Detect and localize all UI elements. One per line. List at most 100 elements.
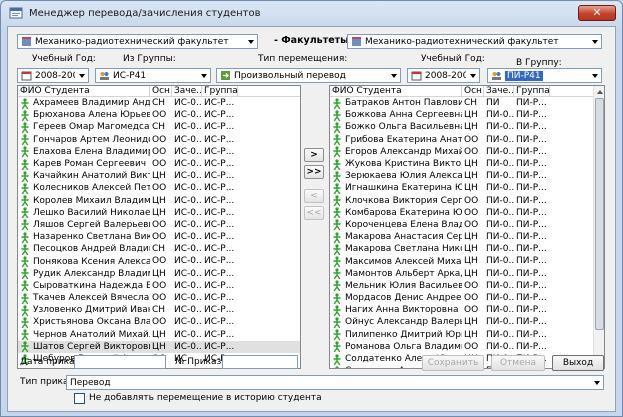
table-row[interactable]: Ткачев Алексей ВячеславовичОО ИС-0...ИС-Р… (18, 292, 300, 304)
year-right-select[interactable]: 2008-2009 (407, 68, 480, 83)
table-row[interactable]: Гончаров Артем ЛеонидовичОО ИС-0...ИС-Р..… (18, 134, 300, 146)
table-row[interactable]: Нагих Анна Викторовна ОО ПИ-0... ПИ-Р... (330, 304, 604, 316)
move-one-left-button[interactable]: < (304, 189, 324, 203)
source-students-table[interactable]: ФИО Студента Осн Заче... Группа Ахрамеев… (17, 85, 301, 369)
table-row[interactable]: Чернов Анатолий МихайловичЦН ИС-0...ИС-Р.… (18, 329, 300, 341)
target-students-table[interactable]: ФИО Студента Осн Заче... Группа Батраков… (329, 85, 605, 369)
chevron-down-icon[interactable] (590, 376, 603, 389)
column-header-enrolled[interactable]: Заче... (484, 86, 514, 96)
scroll-thumb[interactable] (595, 98, 604, 330)
group-cell: ИС-Р... (204, 256, 235, 267)
basis-cell: ЦН (152, 329, 166, 340)
table-row[interactable]: Ахрамеев Владимир АндреевичСН ИС-0...ИС-Р… (18, 97, 300, 109)
enrolled-cell: ИС-0... (174, 122, 202, 133)
transfer-type-select[interactable]: Произвольный перевод (216, 68, 401, 83)
move-all-right-button[interactable]: >> (304, 165, 324, 179)
table-row[interactable]: Елахова Елена ВладимировнаОО ИС-0...ИС-Р.… (18, 146, 300, 158)
table-row[interactable]: Игнашкина Екатерина ЮрьевнаЦН ПИ-0...ПИ-Р… (330, 182, 604, 194)
table-row[interactable]: Лешко Василий НиколаевичЦН ИС-0...ИС-Р... (18, 207, 300, 219)
group-cell: ПИ-Р... (516, 183, 547, 194)
transfer-icon (221, 71, 230, 80)
move-one-right-button[interactable]: > (304, 148, 324, 162)
save-button[interactable]: Сохранить (422, 355, 484, 371)
student-name-cell: Гереев Омар Магомедсаидович (18, 121, 150, 133)
basis-cell: ОО (152, 183, 167, 194)
table-row[interactable]: Сыроваткина Надежда БорисовнаОО ИС-0...ИС… (18, 280, 300, 292)
close-button[interactable]: ✕ (578, 5, 616, 21)
chevron-down-icon[interactable] (466, 69, 479, 82)
table-row[interactable]: Батраков Антон Павлович СН ПИ ПИ-Р... (330, 97, 604, 109)
table-row[interactable]: Карев Роман Сергеевич ОО ИС-0... ИС-Р... (18, 158, 300, 170)
column-header-name[interactable]: ФИО Студента (18, 86, 150, 96)
chevron-down-icon[interactable] (75, 69, 88, 82)
student-name: Зерюкаева Юлия Александровна (345, 171, 462, 182)
exit-button[interactable]: Выход (552, 355, 604, 371)
vertical-scrollbar[interactable] (593, 86, 604, 368)
table-row[interactable]: Клочкова Виктория СергеевнаОО ПИ-0...ПИ-Р… (330, 195, 604, 207)
group-cell: ИС-Р... (204, 195, 235, 206)
year-left-select[interactable]: 2008-2009 (17, 68, 89, 83)
table-row[interactable]: Брюханова Алена ЮрьевнаОО ИС-0...ИС-Р... (18, 109, 300, 121)
column-header-group[interactable]: Группа (514, 86, 550, 96)
table-row[interactable]: Жукова Кристина ВикторовнаЦН ПИ-0...ПИ-Р.… (330, 158, 604, 170)
group-cell: ПИ-Р... (516, 280, 547, 291)
table-row[interactable]: Егоров Александр МихайловичОО ПИ-0...ПИ-Р… (330, 146, 604, 158)
faculty-right-select[interactable]: Механико-радиотехнический факультет (347, 34, 602, 49)
table-row[interactable]: Узловенко Дмитрий ИвановичСН ИС-0...ИС-Р.… (18, 304, 300, 316)
table-row[interactable]: Грибова Екатерина АнатольевнаОО ПИ-0...ПИ… (330, 134, 604, 146)
table-row[interactable]: Зерюкаева Юлия АлександровнаЦН ПИ-0...ПИ-… (330, 170, 604, 182)
order-number-input[interactable] (222, 355, 298, 369)
table-row[interactable]: Божко Ольга Васильевна ЦН ПИ-0... ПИ-Р... (330, 121, 604, 133)
order-date-input[interactable] (74, 355, 166, 369)
table-row[interactable]: Шатов Сергей Викторович ЦН ИС-0... ИС-Р... (18, 340, 300, 353)
to-group-select[interactable]: ПИ-Р41 (487, 68, 602, 83)
table-row[interactable]: Колесников Алексей ПетровичОО ИС-0...ИС-Р… (18, 182, 300, 194)
basis-cell: ОО (152, 293, 167, 303)
table-row[interactable]: Мамонтов Альберт АркадьевичЦН ПИ-0...ПИ-Р… (330, 268, 604, 280)
chevron-down-icon[interactable] (197, 69, 210, 82)
chevron-down-icon[interactable] (588, 69, 601, 82)
chevron-down-icon[interactable] (588, 35, 601, 48)
order-type-select[interactable]: Перевод (66, 375, 604, 390)
scroll-up-icon[interactable] (595, 87, 604, 96)
faculty-left-select[interactable]: Механико-радиотехнический факультет (17, 34, 258, 49)
table-row[interactable]: Макарова Анастасия СергеевнаЦН ПИ-0...ПИ-… (330, 231, 604, 243)
student-name-cell: Понякова Ксения Александровна (18, 255, 150, 268)
table-row[interactable]: Ойнус Александр ВалерьевичЦН ПИ-0...ПИ-Р.… (330, 316, 604, 328)
table-row[interactable]: Ляшов Сергей Валерьевич ОО ИС-0... ИС-Р... (18, 219, 300, 231)
table-row[interactable]: Качайкин Анатолий ВикторовичЦН ИС-0...ИС-… (18, 170, 300, 182)
basis-cell: ЦН (464, 158, 478, 169)
column-header-name[interactable]: ФИО Студента (330, 86, 462, 96)
chevron-down-icon[interactable] (387, 69, 400, 82)
table-row[interactable]: Королев Михаил ВладимировичЦН ИС-0...ИС-Р… (18, 195, 300, 207)
table-row[interactable]: Христьянова Оксана Владимиро...ОО ИС-0...… (18, 316, 300, 328)
enrolled-cell: ПИ-0... (486, 256, 514, 267)
table-row[interactable]: Песоцков Андрей ВладимировичСН ИС-0...ИС-… (18, 243, 300, 255)
cancel-button[interactable]: Отмена (491, 355, 545, 371)
table-row[interactable]: Макарова Светлана НиколаевнаЦН ПИ-0...ПИ-… (330, 243, 604, 255)
column-header-basis[interactable]: Осн (150, 86, 172, 96)
table-row[interactable]: Мельник Юлия Васильевна ОО ПИ-0... ПИ-Р... (330, 280, 604, 292)
table-row[interactable]: Мордасов Денис АндреевичОО ПИ-0...ПИ-Р... (330, 292, 604, 304)
column-header-enrolled[interactable]: Заче... (172, 86, 202, 96)
table-row[interactable]: Гереев Омар МагомедсаидовичСН ИС-0...ИС-Р… (18, 121, 300, 133)
chevron-down-icon[interactable] (244, 35, 257, 48)
table-row[interactable]: Короченцева Елена ВладимировнаОО ПИ-0...П… (330, 219, 604, 231)
table-row[interactable]: Назаренко Светлана ВикторовнаОО ИС-0...ИС… (18, 231, 300, 243)
table-row[interactable]: Комбарова Екатерина ЮрьевнаОО ПИ-0...ПИ-Р… (330, 207, 604, 219)
table-row[interactable]: Максимов Алексей МихайловичЦН ПИ-0...ПИ-Р… (330, 255, 604, 268)
column-header-basis[interactable]: Осн (462, 86, 484, 96)
no-history-checkbox[interactable] (74, 393, 85, 404)
table-row[interactable]: Божкова Анна Сергеевна ЦН ПИ-0... ПИ-Р... (330, 109, 604, 121)
from-group-select[interactable]: ИС-Р41 (95, 68, 211, 83)
student-name-cell: Мордасов Денис Андреевич (330, 292, 462, 304)
basis-cell: СН (152, 98, 166, 108)
column-header-group[interactable]: Группа (202, 86, 238, 96)
table-row[interactable]: Романова Ольга ВладимировнаОО ПИ-0...ПИ-Р… (330, 341, 604, 353)
move-all-left-button[interactable]: << (304, 206, 324, 220)
group-cell: ИС-Р... (204, 280, 235, 291)
table-row[interactable]: Рудик Александр ВладимировичЦН ИС-0...ИС-… (18, 268, 300, 280)
table-row[interactable]: Понякова Ксения АлександровнаОО ИС-0...ИС… (18, 255, 300, 268)
table-row[interactable]: Пилипенко Дмитрий ЮрьевичЦН ПИ-0...ПИ-Р..… (330, 329, 604, 341)
title-bar[interactable]: Менеджер перевода/зачисления студентов ✕ (1, 1, 622, 25)
